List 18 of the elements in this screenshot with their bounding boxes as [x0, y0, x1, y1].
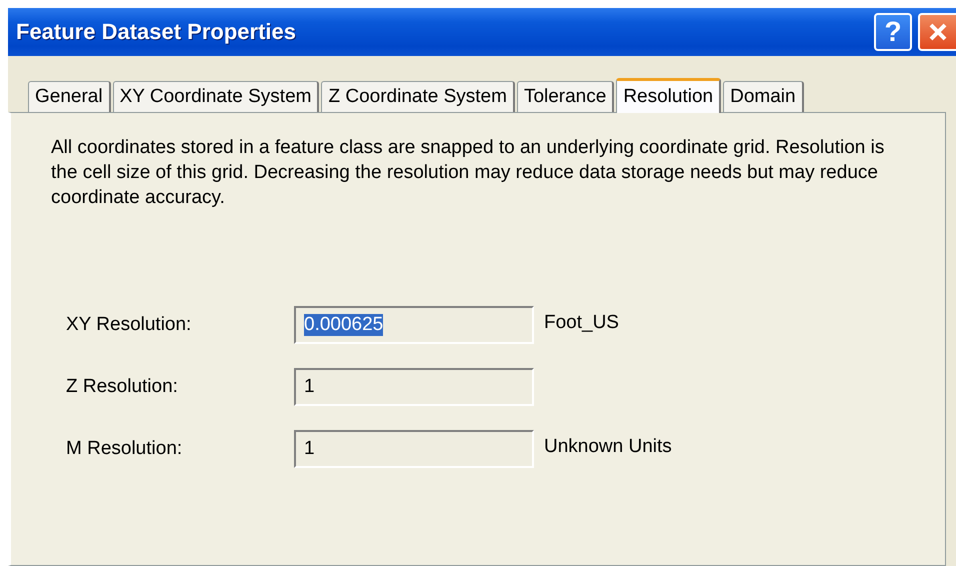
- tab[interactable]: General: [28, 81, 111, 112]
- window-title: Feature Dataset Properties: [16, 19, 296, 45]
- tab[interactable]: Domain: [723, 81, 804, 112]
- help-button[interactable]: ?: [874, 13, 912, 51]
- tab[interactable]: Z Coordinate System: [321, 81, 515, 112]
- input-field[interactable]: 1: [294, 368, 534, 406]
- tab[interactable]: XY Coordinate System: [112, 81, 320, 112]
- field-label: XY Resolution:: [66, 314, 192, 336]
- description-text: All coordinates stored in a feature class are snapped to an underlying coordinate grid. Resolution is the cell size of this grid. Decreasing the resolution may reduce data storage needs but may reduce coordinate accuracy.: [51, 136, 886, 210]
- tab[interactable]: Tolerance: [516, 81, 614, 112]
- close-button[interactable]: [918, 13, 956, 51]
- input-field[interactable]: 1: [294, 430, 534, 468]
- tab[interactable]: Resolution: [616, 78, 722, 113]
- units-label: Unknown Units: [544, 435, 673, 458]
- units-label: Foot_US: [544, 311, 620, 334]
- field-label: M Resolution:: [66, 438, 184, 460]
- input-field[interactable]: 0.000625: [294, 306, 534, 344]
- field-label: Z Resolution:: [66, 376, 179, 398]
